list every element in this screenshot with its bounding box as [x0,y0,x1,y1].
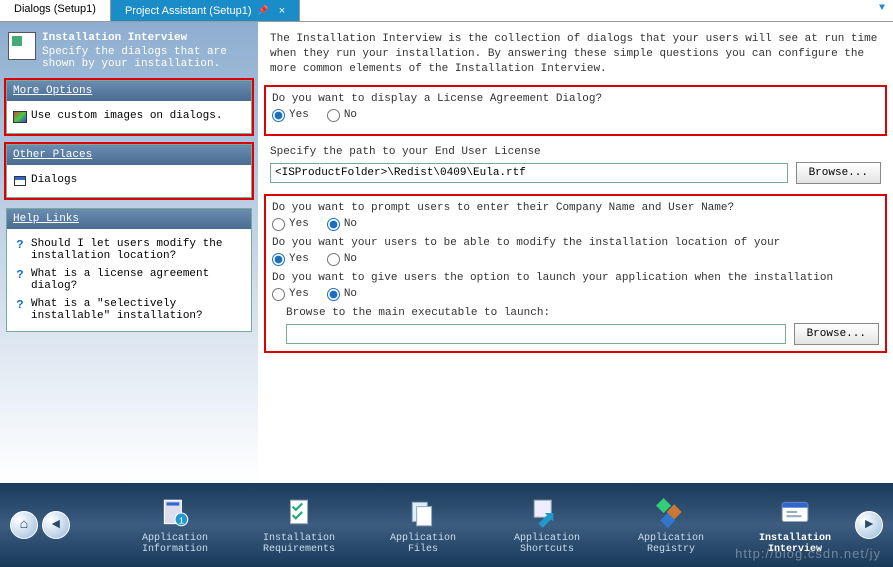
license-block: Do you want to display a License Agreeme… [264,85,887,136]
help-link-selective-install[interactable]: ? What is a "selectively installable" in… [11,295,247,325]
interview-nav-icon [777,495,813,531]
app-info-icon: i [157,495,193,531]
radio-launch-yes[interactable]: Yes [272,288,309,301]
panel-head-more-options: More Options [7,81,251,101]
page-title: Installation Interview [42,32,250,44]
nav-app-shortcuts[interactable]: Application Shortcuts [502,495,592,555]
radio-company-no[interactable]: No [327,218,357,231]
tab-project-assistant[interactable]: Project Assistant (Setup1) 📌 × [111,0,300,21]
requirements-icon [281,495,317,531]
tab-menu-dropdown[interactable]: ▼ [871,0,893,21]
link-dialogs[interactable]: Dialogs [11,171,247,191]
browse-exe-button[interactable]: Browse... [794,323,879,345]
watermark: http://blog.csdn.net/jy [735,546,881,561]
nav-app-registry[interactable]: Application Registry [626,495,716,555]
panel-other-places: Other Places Dialogs [6,144,252,198]
q-license: Do you want to display a License Agreeme… [272,93,879,105]
q-company: Do you want to prompt users to enter the… [272,202,879,214]
registry-icon [653,495,689,531]
bottom-nav: ⌂ ◄ i Application Information Installati… [0,483,893,567]
nav-app-files[interactable]: Application Files [378,495,468,555]
page-title-block: Installation Interview Specify the dialo… [6,28,252,80]
shortcuts-icon [529,495,565,531]
files-icon [405,495,441,531]
radio-location-no[interactable]: No [327,253,357,266]
browse-eula-button[interactable]: Browse... [796,162,881,184]
eula-path-label: Specify the path to your End User Licens… [270,146,881,158]
close-icon[interactable]: × [279,5,285,17]
question-icon: ? [13,238,27,252]
image-icon [13,110,27,124]
page-subtitle: Specify the dialogs that are shown by yo… [42,46,227,70]
nav-install-requirements[interactable]: Installation Requirements [254,495,344,555]
help-link-modify-location[interactable]: ? Should I let users modify the installa… [11,235,247,265]
nav-back-button[interactable]: ◄ [42,511,70,539]
sidebar: Installation Interview Specify the dialo… [0,22,258,482]
q-launch: Do you want to give users the option to … [272,272,879,284]
tab-dialogs[interactable]: Dialogs (Setup1) [0,0,111,21]
intro-text: The Installation Interview is the collec… [270,32,881,77]
radio-company-yes[interactable]: Yes [272,218,309,231]
exe-label: Browse to the main executable to launch: [286,307,879,319]
q-modify-location: Do you want your users to be able to mod… [272,237,879,249]
help-link-license-dialog[interactable]: ? What is a license agreement dialog? [11,265,247,295]
tab-bar: Dialogs (Setup1) Project Assistant (Setu… [0,0,893,22]
nav-app-information[interactable]: i Application Information [130,495,220,555]
question-icon: ? [13,268,27,282]
panel-help-links: Help Links ? Should I let users modify t… [6,208,252,332]
nav-home-button[interactable]: ⌂ [10,511,38,539]
panel-head-other-places: Other Places [7,145,251,165]
eula-path-block: Specify the path to your End User Licens… [270,146,881,184]
question-icon: ? [13,298,27,312]
questions-block: Do you want to prompt users to enter the… [264,194,887,353]
content-area: The Installation Interview is the collec… [258,22,893,482]
tab-label: Project Assistant (Setup1) [125,5,252,17]
dialog-icon [13,174,27,188]
radio-location-yes[interactable]: Yes [272,253,309,266]
radio-license-no[interactable]: No [327,109,357,122]
radio-license-yes[interactable]: Yes [272,109,309,122]
link-custom-images[interactable]: Use custom images on dialogs. [11,107,247,127]
panel-more-options: More Options Use custom images on dialog… [6,80,252,134]
exe-path-input[interactable] [286,324,786,344]
radio-launch-no[interactable]: No [327,288,357,301]
nav-forward-button[interactable]: ► [855,511,883,539]
svg-text:i: i [179,516,185,527]
eula-path-input[interactable] [270,163,788,183]
interview-icon [8,32,36,60]
panel-head-help: Help Links [7,209,251,229]
pin-icon[interactable]: 📌 [258,5,269,16]
